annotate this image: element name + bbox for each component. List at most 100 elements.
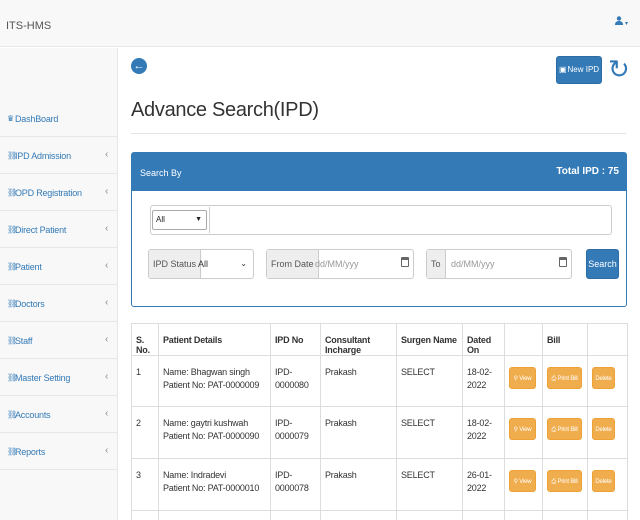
user-icon <box>614 16 623 25</box>
chevron-left-icon: ‹ <box>105 371 109 382</box>
table-row: 1 Name: Bhagwan singh Patient No: PAT-00… <box>131 355 628 407</box>
ipd-status-select[interactable]: All <box>198 250 208 278</box>
search-row: All ▼ <box>150 205 612 235</box>
cell-consultant: Prakash <box>320 355 397 407</box>
sidebar-item-patient[interactable]: ⛓ Patient ‹ <box>0 248 118 285</box>
chevron-down-icon: ▼ <box>195 216 202 223</box>
sidebar-item-label: OPD Registration <box>15 188 82 198</box>
cell-print: ⎙ Print Bill <box>542 406 588 459</box>
brand-name[interactable]: ITS-HMS <box>6 20 51 32</box>
column-header: S. No. <box>131 323 159 356</box>
sidebar-item-label: Master Setting <box>15 373 71 383</box>
top-navbar: ITS-HMS ▾ <box>0 0 640 47</box>
search-icon: ⚲ <box>513 376 518 382</box>
sidebar-item-ipd-admission[interactable]: ⛓ IPD Admission ‹ <box>0 137 118 174</box>
cell-surgeon: SELECT <box>396 406 463 459</box>
view-button-label: View <box>519 479 532 485</box>
sidebar-item-dashboard[interactable]: ♛ DashBoard <box>0 100 118 137</box>
patient-name: Name: Indradevi <box>163 470 227 480</box>
print-bill-label: Print Bill <box>557 479 578 485</box>
cell-patient-details: Name: Bhagwan singh Patient No: PAT-0000… <box>158 355 271 407</box>
total-ipd-count: Total IPD : 75 <box>556 166 619 177</box>
from-date-input[interactable]: dd/MM/yyy <box>315 250 359 278</box>
print-bill-button[interactable]: ⎙ Print Bill <box>547 367 582 389</box>
sidebar-item-opd-registration[interactable]: ⛓ OPD Registration ‹ <box>0 174 118 211</box>
calendar-icon[interactable] <box>401 257 409 267</box>
chevron-left-icon: ‹ <box>105 297 109 308</box>
sidebar-item-label: DashBoard <box>15 114 59 124</box>
patient-name: Name: Bhagwan singh <box>163 367 250 377</box>
delete-button[interactable]: Delete <box>592 367 615 389</box>
cell-date: 26-01-2022 <box>462 458 505 511</box>
cell-view: ⚲ View <box>504 458 543 511</box>
print-bill-label: Print Bill <box>557 427 578 433</box>
print-bill-label: Print Bill <box>557 376 578 382</box>
column-header: Bill <box>542 323 588 356</box>
sidebar-item-label: Doctors <box>15 299 45 309</box>
search-button[interactable]: Search <box>586 249 619 279</box>
sidebar-item-staff[interactable]: ⛓ Staff ‹ <box>0 322 118 359</box>
table-row: 3 Name: Indradevi Patient No: PAT-000001… <box>131 458 628 511</box>
view-button[interactable]: ⚲ View <box>509 367 536 389</box>
patient-number: Patient No: PAT-0000009 <box>163 380 260 390</box>
column-header: Consultant Incharge <box>320 323 397 356</box>
ipd-status-label: IPD Status <box>149 250 202 278</box>
cell-sno: 1 <box>131 355 159 407</box>
cell-consultant: Prakash <box>320 458 397 511</box>
chevron-left-icon: ‹ <box>105 186 109 197</box>
patient-number: Patient No: PAT-0000090 <box>163 431 260 441</box>
sidebar-item-reports[interactable]: ⛓ Reports ‹ <box>0 433 118 470</box>
delete-button[interactable]: Delete <box>592 418 615 440</box>
ipd-status-group: IPD Status All ⌄ <box>148 249 254 279</box>
patient-number: Patient No: PAT-0000010 <box>163 483 260 493</box>
print-bill-button[interactable]: ⎙ Print Bill <box>547 418 582 440</box>
sidebar-item-doctors[interactable]: ⛓ Doctors ‹ <box>0 285 118 322</box>
column-header <box>504 323 543 356</box>
search-panel-header: Search By Total IPD : 75 <box>132 153 626 191</box>
sidebar-item-accounts[interactable]: ⛓ Accounts ‹ <box>0 396 118 433</box>
search-field-select[interactable]: All ▼ <box>152 210 207 230</box>
from-date-group: From Date dd/MM/yyy <box>266 249 414 279</box>
table-header-row: S. No. Patient Details IPD No Consultant… <box>131 323 628 356</box>
view-button-label: View <box>519 376 532 382</box>
calendar-icon[interactable] <box>559 257 567 267</box>
new-ipd-button[interactable]: ▣New IPD <box>556 56 602 84</box>
user-menu-toggle[interactable]: ▾ <box>614 16 628 28</box>
view-button[interactable]: ⚲ View <box>509 470 536 492</box>
ipd-results-table: S. No. Patient Details IPD No Consultant… <box>131 323 628 520</box>
from-date-label: From Date <box>267 250 319 278</box>
cell-consultant: Prakash <box>320 406 397 459</box>
chevron-left-icon: ‹ <box>105 260 109 271</box>
chevron-left-icon: ‹ <box>105 334 109 345</box>
delete-button[interactable]: Delete <box>592 470 615 492</box>
print-icon: ⎙ <box>551 479 557 485</box>
to-date-input[interactable]: dd/MM/yyy <box>451 250 495 278</box>
cell-patient-details: Name: gaytri kushwah Patient No: PAT-000… <box>158 406 271 459</box>
back-arrow-icon[interactable]: ← <box>131 58 147 74</box>
cell-ipd-no: IPD-0000080 <box>270 355 321 407</box>
sidebar-item-direct-patient[interactable]: ⛓ Direct Patient ‹ <box>0 211 118 248</box>
search-icon: ⚲ <box>513 479 518 485</box>
refresh-icon[interactable]: ↻ <box>608 52 630 86</box>
sidebar-item-master-setting[interactable]: ⛓ Master Setting ‹ <box>0 359 118 396</box>
cell-view: ⚲ View <box>504 355 543 407</box>
search-icon: ⚲ <box>513 427 518 433</box>
table-row <box>131 510 628 520</box>
cell-delete: Delete <box>587 458 628 511</box>
sidebar-item-label: Patient <box>15 262 42 272</box>
cell-view: ⚲ View <box>504 406 543 459</box>
cell-patient-details: Name: Indradevi Patient No: PAT-0000010 <box>158 458 271 511</box>
cell-print: ⎙ Print Bill <box>542 458 588 511</box>
search-input[interactable] <box>209 207 610 233</box>
to-date-group: To dd/MM/yyy <box>426 249 572 279</box>
plus-square-icon: ▣ <box>558 65 567 74</box>
view-button[interactable]: ⚲ View <box>509 418 536 440</box>
search-field-select-value: All <box>156 215 165 224</box>
column-header <box>587 323 628 356</box>
cell-sno: 3 <box>131 458 159 511</box>
main-content: ← Advance Search(IPD) ▣New IPD ↻ Search … <box>119 48 640 520</box>
sidebar-item-label: Direct Patient <box>15 225 67 235</box>
print-bill-button[interactable]: ⎙ Print Bill <box>547 470 582 492</box>
search-by-heading: Search By <box>140 168 182 178</box>
to-date-label: To <box>427 250 446 278</box>
